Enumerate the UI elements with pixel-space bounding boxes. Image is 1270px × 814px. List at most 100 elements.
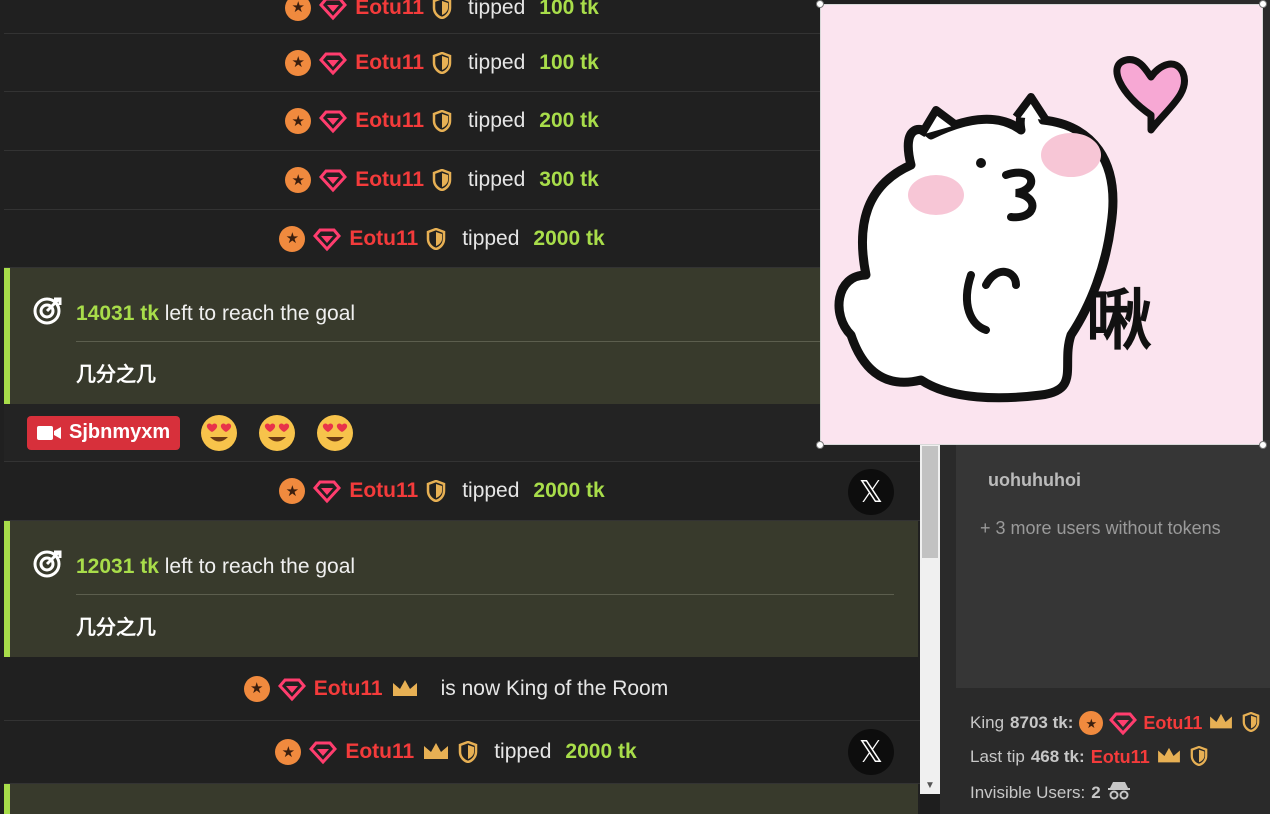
goal-message: 12031 tk left to reach the goal 几分之几	[4, 521, 918, 657]
king-text: is now King of the Room	[440, 676, 669, 700]
chat-username[interactable]: Eotu11	[355, 0, 424, 20]
tip-verb: tipped	[468, 0, 526, 19]
shield-icon	[432, 110, 452, 132]
diamond-badge-icon	[319, 50, 348, 76]
tip-verb: tipped	[462, 479, 520, 502]
target-icon	[32, 296, 62, 332]
tip-verb: tipped	[468, 109, 526, 132]
resize-handle[interactable]	[1259, 441, 1267, 449]
chat-message-tip: ★ Eotu11 tipped 2000 tk	[4, 721, 920, 784]
tip-amount: 2000 tk	[565, 740, 637, 763]
chat-message-tip: ★ Eotu11 tipped 300 tk	[4, 151, 920, 210]
tip-amount: 100 tk	[539, 0, 599, 19]
diamond-badge-icon	[313, 478, 342, 504]
tip-verb: tipped	[468, 50, 526, 74]
goal-subtitle: 几分之几	[76, 364, 156, 386]
star-badge-icon: ★	[1079, 711, 1104, 735]
resize-handle[interactable]	[1259, 0, 1267, 8]
shield-icon	[458, 741, 478, 763]
chat-username[interactable]: Eotu11	[349, 479, 418, 503]
star-badge-icon: ★	[285, 0, 312, 21]
star-badge-icon: ★	[279, 478, 306, 504]
chat-username[interactable]: Eotu11	[345, 740, 414, 764]
chat-message-tip: ★ Eotu11 tipped 2000 tk	[4, 210, 920, 268]
diamond-badge-icon	[309, 739, 338, 765]
chat-panel: ★ Eotu11 tipped 100 tk ★ Eotu11 tipped 1…	[0, 0, 920, 814]
invisible-users-label: Invisible Users:	[970, 782, 1086, 802]
x-share-button[interactable]: 𝕏	[848, 729, 894, 775]
diamond-badge-icon	[319, 108, 348, 134]
goal-remaining: 14031 tk	[76, 302, 159, 325]
target-icon	[32, 549, 62, 585]
goal-subtitle: 几分之几	[76, 617, 156, 639]
shield-icon	[1190, 746, 1210, 768]
chat-username[interactable]: Eotu11	[355, 51, 424, 75]
king-label: King	[970, 713, 1005, 732]
diamond-badge-icon	[319, 0, 348, 21]
broadcaster-badge[interactable]: Sjbnmyxm	[27, 415, 181, 450]
star-badge-icon: ★	[285, 49, 312, 76]
last-tip-username[interactable]: Eotu11	[1091, 747, 1150, 768]
user-list-item[interactable]: uohuhuhoi	[988, 470, 1081, 491]
scroll-down-arrow-icon[interactable]: ▼	[925, 780, 935, 791]
goal-message: 14031 tk left to reach the goal 几分之几	[4, 268, 918, 404]
king-stat: King 8703 tk: ★ Eotu11	[970, 710, 1262, 736]
tip-amount: 100 tk	[539, 50, 599, 74]
video-camera-icon	[37, 425, 61, 441]
chat-message-tip: ★ Eotu11 tipped 100 tk	[4, 0, 920, 34]
tip-amount: 2000 tk	[533, 226, 605, 250]
last-tip-stat: Last tip 468 tk: Eotu11	[970, 746, 1210, 768]
tip-amount: 2000 tk	[533, 479, 605, 502]
chat-message-tip: ★ Eotu11 tipped 100 tk	[4, 34, 920, 92]
diamond-badge-icon	[277, 676, 306, 702]
star-badge-icon: ★	[285, 167, 312, 193]
chat-username[interactable]: Eotu11	[349, 227, 418, 251]
goal-divider	[76, 594, 894, 595]
goal-divider	[76, 341, 894, 342]
user-list: uohuhuhoi + 3 more users without tokens	[956, 440, 1270, 688]
shield-icon	[426, 227, 446, 250]
more-users-text: + 3 more users without tokens	[980, 518, 1221, 538]
heart-eyes-emoji-icon	[316, 414, 354, 452]
chat-scrollbar[interactable]: ▼	[920, 440, 940, 794]
goal-message-partial	[4, 784, 918, 814]
crown-icon	[1156, 746, 1184, 768]
chat-username: Sjbnmyxm	[69, 421, 171, 443]
x-share-button[interactable]: 𝕏	[848, 469, 894, 515]
scrollbar-thumb[interactable]	[922, 446, 938, 558]
sticker-caption: 啾	[1086, 282, 1152, 359]
star-badge-icon: ★	[285, 108, 312, 134]
tip-verb: tipped	[468, 168, 526, 191]
resize-handle[interactable]	[816, 0, 824, 8]
shield-icon	[432, 169, 452, 191]
goal-text: left to reach the goal	[164, 302, 356, 325]
chat-message-tip: ★ Eotu11 tipped 200 tk	[4, 92, 920, 151]
star-badge-icon: ★	[243, 675, 270, 702]
kissing-cat-sticker-icon: 啾	[834, 56, 1188, 403]
goal-line: 14031 tk left to reach the goal	[32, 296, 355, 332]
diamond-badge-icon	[313, 226, 342, 252]
spy-icon	[1107, 780, 1131, 805]
goal-line: 12031 tk left to reach the goal	[32, 549, 355, 585]
crown-icon	[391, 678, 419, 700]
shield-icon	[426, 480, 446, 502]
star-badge-icon: ★	[279, 225, 306, 252]
crown-icon	[422, 741, 450, 763]
star-badge-icon: ★	[275, 739, 302, 765]
chat-username[interactable]: Eotu11	[355, 109, 424, 133]
invisible-users-stat: Invisible Users: 2	[970, 780, 1131, 805]
goal-text: left to reach the goal	[164, 555, 356, 578]
chat-username[interactable]: Eotu11	[314, 677, 383, 701]
crown-icon	[1208, 712, 1236, 734]
king-username[interactable]: Eotu11	[1143, 713, 1202, 734]
chat-username[interactable]: Eotu11	[355, 168, 424, 192]
heart-eyes-emoji-icon	[200, 414, 238, 452]
last-tip-label: Last tip	[970, 747, 1025, 766]
diamond-badge-icon	[1109, 710, 1138, 736]
tip-amount: 200 tk	[539, 109, 599, 132]
invisible-users-count: 2	[1091, 782, 1101, 802]
shield-icon	[432, 51, 452, 74]
chat-message-tip: ★ Eotu11 tipped 2000 tk	[4, 462, 920, 521]
sticker-preview[interactable]: 啾	[816, 0, 1267, 449]
resize-handle[interactable]	[816, 441, 824, 449]
